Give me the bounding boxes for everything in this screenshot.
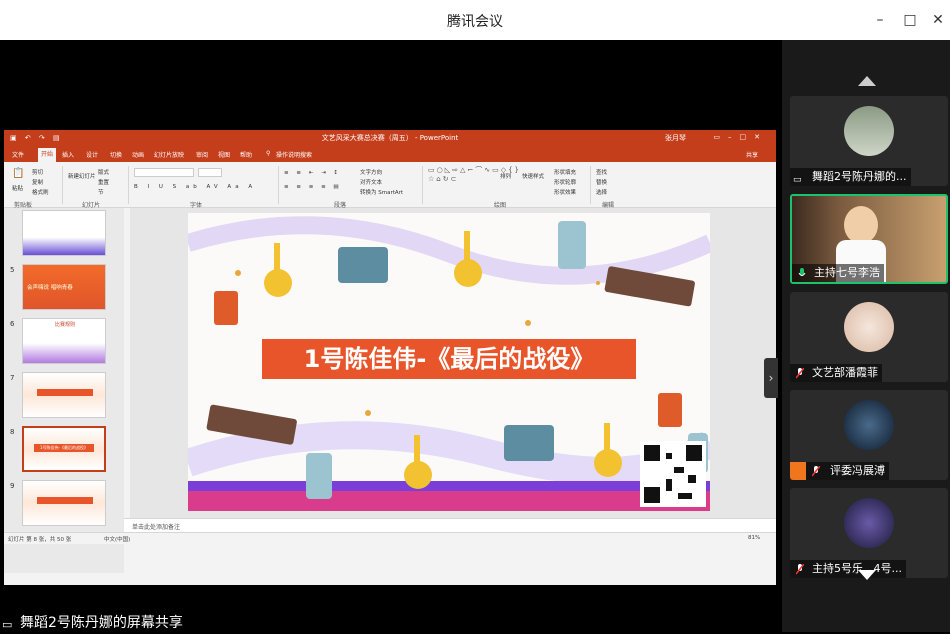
tell-me-search[interactable]: 操作说明搜索: [276, 150, 312, 159]
shared-screen-stage: ▣ ↶ ↷ ▤ 文艺风采大赛总决赛（周五） - PowerPoint 张月琴 ▭…: [0, 40, 782, 632]
participant-tile[interactable]: 评委冯展溥: [790, 390, 948, 480]
new-slide-button[interactable]: 新建幻灯片: [68, 172, 96, 180]
participants-sidebar: ▭ 舞蹈2号陈丹娜的... 主持七号李浩 文艺部潘霞菲 评委冯展溥 主持5号乐.…: [782, 40, 950, 632]
participant-tile[interactable]: 文艺部潘霞菲: [790, 292, 948, 382]
tab-view[interactable]: 视图: [218, 150, 230, 159]
thumbnail-number: 6: [10, 320, 15, 328]
participant-tile[interactable]: 主持5号乐...4号...: [790, 488, 948, 578]
text-direction-button[interactable]: 文字方向: [360, 168, 382, 176]
slide-thumbnail[interactable]: [22, 480, 106, 526]
scroll-up-icon[interactable]: [858, 76, 876, 86]
slide-thumbnail[interactable]: [22, 372, 106, 418]
ppt-doc-title: 文艺风采大赛总决赛（周五） - PowerPoint: [321, 134, 459, 142]
participant-name: 主持七号李浩: [792, 264, 884, 282]
screen-share-icon: ▭: [793, 175, 802, 185]
tab-home[interactable]: 开始: [38, 148, 57, 162]
search-icon[interactable]: ⚲: [266, 150, 270, 157]
collapse-panel-button[interactable]: ›: [764, 358, 778, 398]
slide-thumbnail-selected[interactable]: 1号陈佳伟-《最后的战役》: [22, 426, 106, 472]
paste-button[interactable]: 粘贴: [12, 184, 23, 192]
tab-file[interactable]: 文件: [12, 150, 24, 159]
language-status: 中文(中国): [104, 537, 131, 543]
thumbnail-number: 7: [10, 374, 15, 382]
maximize-icon[interactable]: □: [900, 10, 920, 30]
powerpoint-window: ▣ ↶ ↷ ▤ 文艺风采大赛总决赛（周五） - PowerPoint 张月琴 ▭…: [4, 130, 776, 585]
window-title: 腾讯会议: [447, 14, 503, 30]
avatar: [844, 400, 894, 450]
ppt-title-bar: ▣ ↶ ↷ ▤ 文艺风采大赛总决赛（周五） - PowerPoint 张月琴 ▭…: [4, 130, 776, 146]
slide-count-status: 幻灯片 第 8 张，共 50 张: [8, 537, 72, 543]
copy-button[interactable]: 复制: [32, 178, 43, 186]
quick-styles-button[interactable]: 快速样式: [522, 172, 544, 180]
slide-thumbnails-pane: 5 会声嗨说 唱响青春 6 比赛规则 7 8 1号陈佳伟-《最后的战役》 9: [4, 208, 124, 573]
slide-thumbnail[interactable]: [22, 210, 106, 256]
avatar: [844, 302, 894, 352]
font-format-buttons[interactable]: B I U S ab AV Aa A: [134, 184, 256, 190]
shape-fill-button[interactable]: 形状填充: [554, 168, 576, 176]
shapes-gallery[interactable]: ▭○◺⇨△⌐⌒∿▭◇{}☆⌂↻⊂: [428, 166, 519, 196]
tab-design[interactable]: 设计: [86, 150, 98, 159]
participant-tile[interactable]: ▭ 舞蹈2号陈丹娜的...: [790, 96, 948, 186]
avatar: [844, 106, 894, 156]
shape-effects-button[interactable]: 形状效果: [554, 188, 576, 196]
participant-name: 主持5号乐...4号...: [790, 560, 906, 578]
muted-mic-icon: [796, 368, 804, 379]
close-icon[interactable]: ✕: [928, 10, 948, 30]
tab-transitions[interactable]: 切换: [110, 150, 122, 159]
paragraph-buttons[interactable]: ≡ ≡ ⇤ ⇥ ↕: [284, 170, 341, 176]
thumbnail-number: 9: [10, 482, 15, 490]
participant-name: ▭ 舞蹈2号陈丹娜的...: [790, 168, 911, 186]
align-text-button[interactable]: 对齐文本: [360, 178, 382, 186]
tab-help[interactable]: 帮助: [240, 150, 252, 159]
muted-mic-icon: [796, 564, 804, 575]
align-buttons[interactable]: ≡ ≡ ≡ ≡ ▤: [284, 184, 342, 190]
ppt-window-controls[interactable]: ▭–□✕: [713, 133, 768, 141]
arrange-button[interactable]: 排列: [500, 172, 511, 180]
title-bar: 腾讯会议 – □ ✕: [0, 0, 950, 40]
muted-mic-icon: [812, 466, 820, 477]
ppt-ribbon: 📋 粘贴 剪切 复制 格式刷 剪贴板 新建幻灯片 版式 重置 节 幻灯片 B I…: [4, 162, 776, 209]
minimize-icon[interactable]: –: [870, 10, 890, 30]
tab-review[interactable]: 审阅: [196, 150, 208, 159]
font-family-select[interactable]: [134, 168, 194, 177]
participant-name: 文艺部潘霞菲: [790, 364, 882, 382]
current-slide[interactable]: 1号陈佳伟-《最后的战役》: [188, 213, 710, 511]
cut-button[interactable]: 剪切: [32, 168, 43, 176]
screen-share-icon: ▭: [2, 618, 13, 631]
slide-thumbnail[interactable]: 会声嗨说 唱响青春: [22, 264, 106, 310]
format-painter-button[interactable]: 格式刷: [32, 188, 49, 196]
tab-slideshow[interactable]: 幻灯片放映: [154, 150, 184, 159]
thumbnail-number: 8: [10, 428, 15, 436]
slide-thumbnail[interactable]: 比赛规则: [22, 318, 106, 364]
participant-name: 评委冯展溥: [790, 462, 889, 480]
ppt-status-bar: 幻灯片 第 8 张，共 50 张 中文(中国) 81%: [4, 532, 776, 544]
smartart-button[interactable]: 转换为 SmartArt: [360, 188, 403, 196]
shape-outline-button[interactable]: 形状轮廓: [554, 178, 576, 186]
ppt-user-name: 张月琴: [665, 134, 686, 142]
participant-tile-active[interactable]: 主持七号李浩: [790, 194, 948, 284]
select-button[interactable]: 选择: [596, 188, 607, 196]
thumbnail-number: 5: [10, 266, 15, 274]
slide-title-banner: 1号陈佳伟-《最后的战役》: [262, 339, 636, 379]
notes-pane[interactable]: 单击此处添加备注: [124, 518, 776, 532]
font-size-select[interactable]: [198, 168, 222, 177]
share-button[interactable]: 共享: [746, 150, 758, 159]
reset-button[interactable]: 重置: [98, 178, 109, 186]
section-button[interactable]: 节: [98, 188, 104, 196]
avatar: [844, 498, 894, 548]
tab-insert[interactable]: 插入: [62, 150, 74, 159]
find-button[interactable]: 查找: [596, 168, 607, 176]
tab-animations[interactable]: 动画: [132, 150, 144, 159]
slide-editing-canvas: 1号陈佳伟-《最后的战役》: [130, 208, 776, 518]
paste-icon[interactable]: 📋: [12, 168, 24, 179]
ppt-ribbon-tabs: 文件 开始 插入 设计 切换 动画 幻灯片放映 审阅 视图 帮助 ⚲ 操作说明搜…: [4, 146, 776, 162]
layout-button[interactable]: 版式: [98, 168, 109, 176]
replace-button[interactable]: 替换: [596, 178, 607, 186]
scroll-down-icon[interactable]: [858, 570, 876, 580]
zoom-status[interactable]: 81%: [748, 535, 760, 541]
screen-share-label: ▭ 舞蹈2号陈丹娜的屏幕共享: [0, 614, 183, 632]
